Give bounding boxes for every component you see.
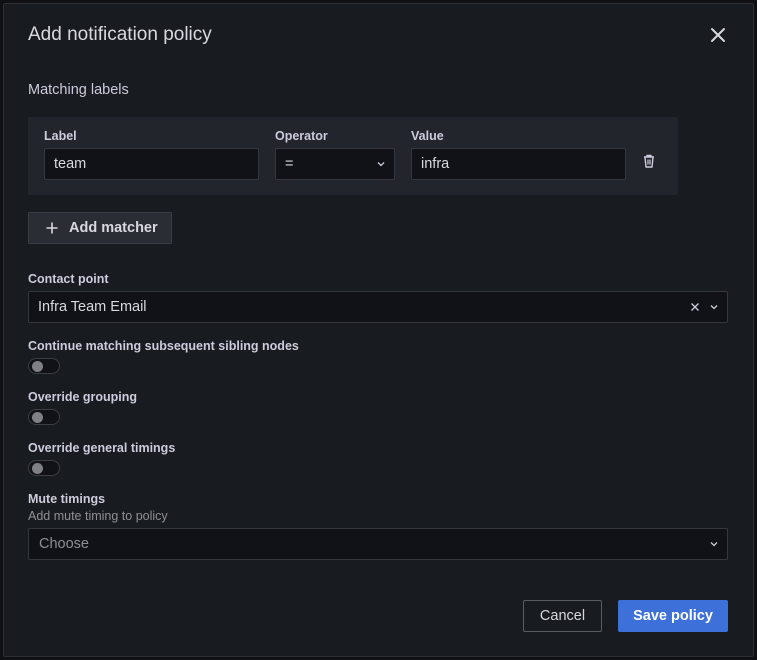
matcher-operator-select[interactable]: = — [275, 148, 395, 180]
contact-point-value: Infra Team Email — [38, 299, 147, 315]
override-grouping-label: Override grouping — [28, 390, 138, 404]
matcher-value-input[interactable]: infra — [411, 148, 626, 180]
cancel-button[interactable]: Cancel — [523, 600, 602, 632]
contact-point-label: Contact point — [28, 272, 109, 286]
notification-policy-modal: Add notification policy Matching labels … — [3, 3, 754, 657]
continue-matching-label: Continue matching subsequent sibling nod… — [28, 339, 299, 353]
chevron-down-icon — [710, 305, 718, 310]
chevron-down-icon — [377, 162, 385, 167]
override-timings-label: Override general timings — [28, 441, 176, 455]
toggle-knob — [32, 361, 43, 372]
close-icon[interactable] — [707, 24, 729, 46]
add-matcher-label: Add matcher — [69, 220, 158, 236]
matcher-value-value: infra — [421, 156, 450, 172]
override-grouping-toggle[interactable] — [28, 409, 60, 425]
trash-icon[interactable] — [641, 153, 657, 169]
operator-header: Operator — [275, 129, 328, 143]
mute-timings-placeholder: Choose — [39, 536, 89, 552]
value-header: Value — [411, 129, 444, 143]
mute-timings-description: Add mute timing to policy — [28, 509, 168, 523]
chevron-down-icon — [710, 542, 718, 547]
modal-title: Add notification policy — [28, 24, 212, 45]
toggle-knob — [32, 463, 43, 474]
contact-point-select[interactable]: Infra Team Email — [28, 291, 728, 323]
matcher-label-value: team — [54, 156, 87, 172]
label-header: Label — [44, 129, 77, 143]
plus-icon — [46, 222, 58, 234]
matcher-label-input[interactable]: team — [44, 148, 259, 180]
matcher-operator-value: = — [285, 156, 294, 172]
mute-timings-select[interactable]: Choose — [28, 528, 728, 560]
add-matcher-button[interactable]: Add matcher — [28, 212, 172, 244]
toggle-knob — [32, 412, 43, 423]
override-timings-toggle[interactable] — [28, 460, 60, 476]
matching-labels-title: Matching labels — [28, 82, 129, 98]
matcher-row: Label Operator Value team = infra — [28, 117, 678, 195]
mute-timings-label: Mute timings — [28, 492, 106, 506]
continue-matching-toggle[interactable] — [28, 358, 60, 374]
clear-icon[interactable] — [689, 301, 701, 313]
save-policy-button[interactable]: Save policy — [618, 600, 728, 632]
